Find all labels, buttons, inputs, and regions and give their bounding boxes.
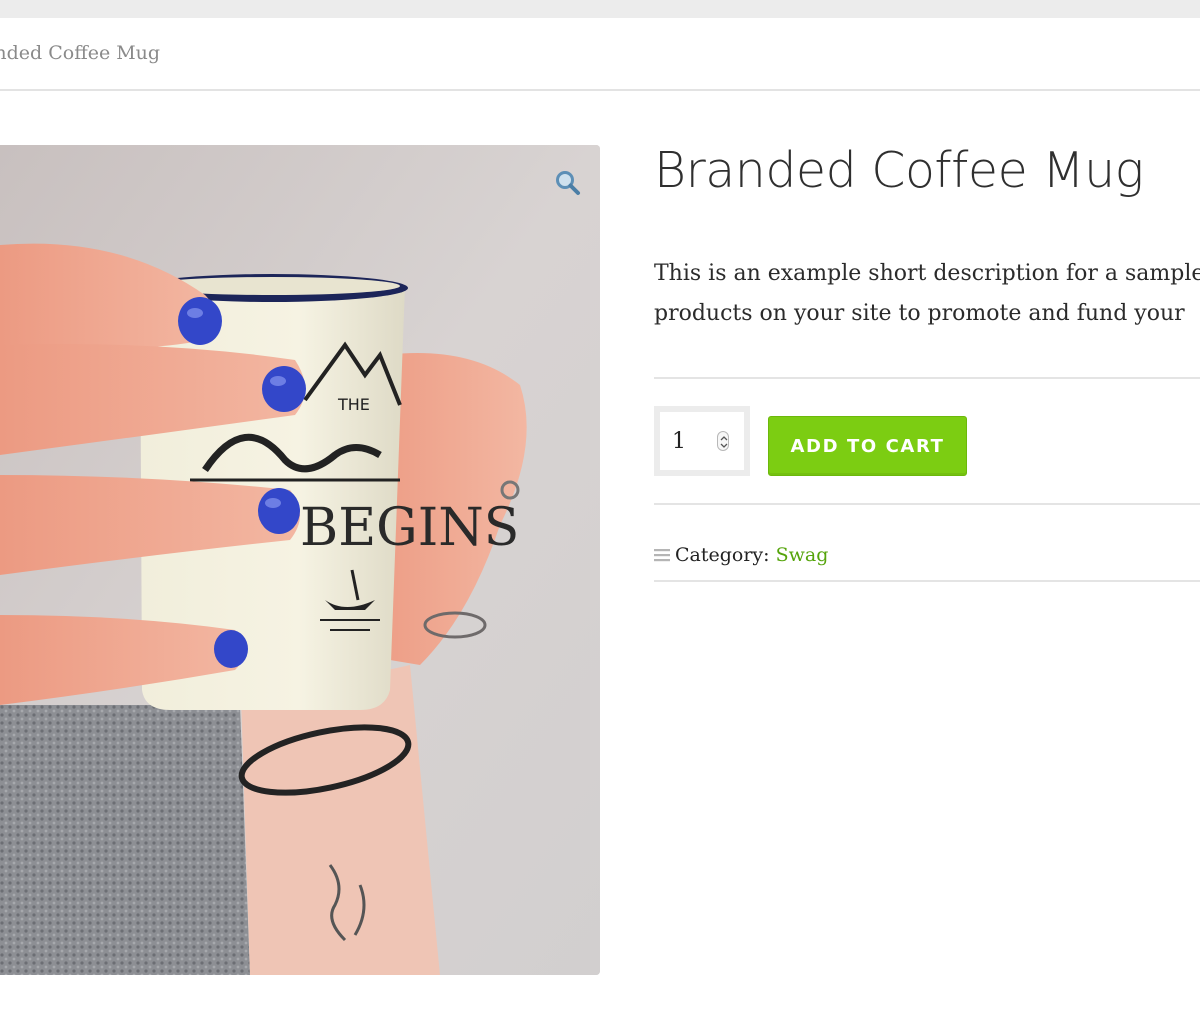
divider xyxy=(654,503,1200,505)
add-to-cart-button[interactable]: ADD TO CART xyxy=(768,416,967,476)
description-line: This is an example short description for… xyxy=(654,261,1200,286)
breadcrumb: Branded Coffee Mug xyxy=(0,42,161,64)
browser-top-strip xyxy=(0,0,1200,18)
mug-photo-illustration: THE BEGINS xyxy=(0,145,600,975)
description-line: products on your site to promote and fun… xyxy=(654,301,1185,326)
breadcrumb-bar: Branded Coffee Mug xyxy=(0,18,1200,91)
svg-text:THE: THE xyxy=(337,395,370,414)
divider xyxy=(654,580,1200,582)
divider xyxy=(654,377,1200,379)
quantity-input[interactable] xyxy=(660,412,744,470)
svg-text:BEGINS: BEGINS xyxy=(300,498,519,558)
product-meta: Category: Swag xyxy=(654,544,828,567)
product-short-description: This is an example short description for… xyxy=(654,254,1200,334)
magnifier-icon[interactable] xyxy=(553,168,583,198)
category-link[interactable]: Swag xyxy=(776,544,829,566)
stepper-icon[interactable] xyxy=(717,431,729,451)
product-title: Branded Coffee Mug xyxy=(654,142,1144,199)
category-label: Category: xyxy=(675,544,770,566)
quantity-field-wrap xyxy=(654,406,750,476)
product-image[interactable]: THE BEGINS xyxy=(0,145,600,975)
list-icon xyxy=(654,545,670,567)
